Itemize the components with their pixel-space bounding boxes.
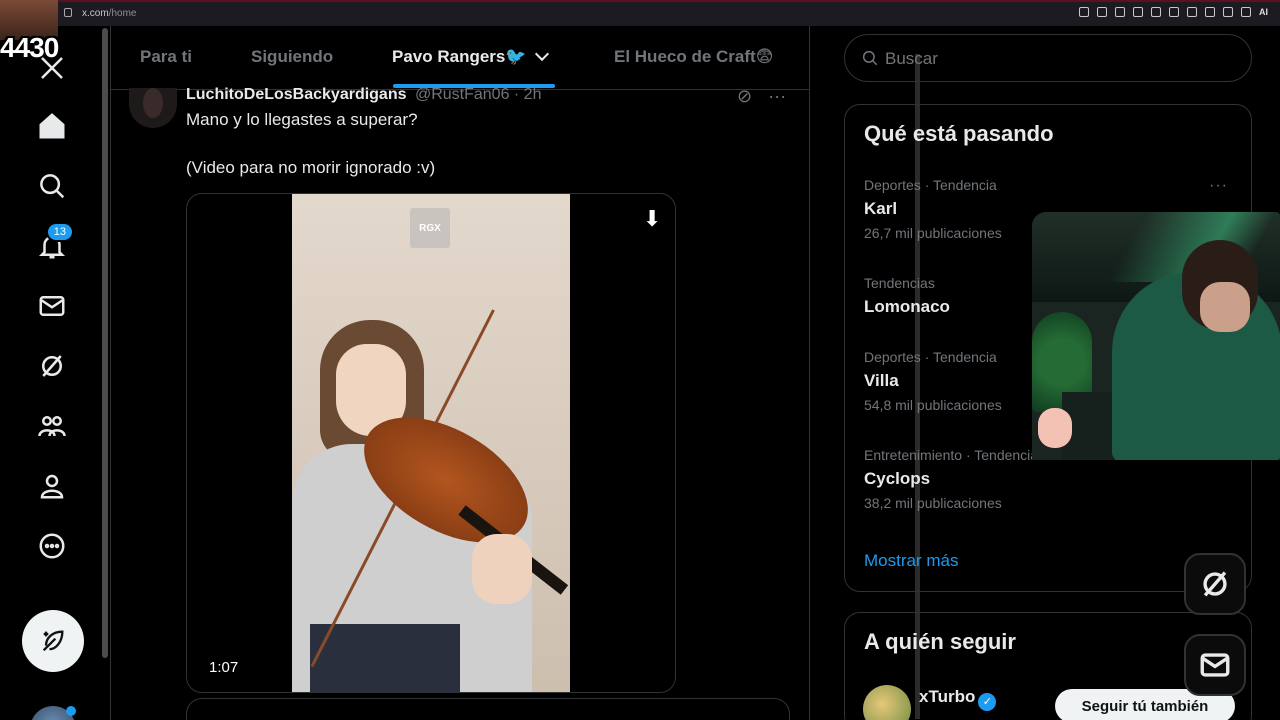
nav-messages[interactable]: [30, 284, 74, 328]
browser-toolbar: x.com/home AI: [0, 0, 1280, 26]
grok-float-button[interactable]: [1184, 553, 1246, 615]
x-logo[interactable]: [30, 46, 74, 90]
tweet-author-avatar[interactable]: [129, 88, 177, 128]
trend-title: Cyclops: [864, 469, 931, 488]
search-icon: [862, 50, 878, 66]
timeline: Para ti Siguiendo Pavo Rangers🐦 El Hueco…: [110, 26, 920, 720]
streamer-webcam-overlay: [1032, 212, 1280, 460]
nav-grok[interactable]: [30, 344, 74, 388]
tweet-header: LuchitoDeLosBackyardigans @RustFan06 · 2…: [186, 86, 541, 104]
search-placeholder: Buscar: [885, 49, 938, 68]
tweet-text: (Video para no morir ignorado :v): [186, 158, 436, 177]
communities-icon: [38, 416, 66, 437]
search-input[interactable]: Buscar: [844, 34, 1252, 82]
more-options-icon[interactable]: ···: [768, 86, 786, 107]
avatar-status-dot: [66, 706, 76, 716]
next-tweet-card[interactable]: [186, 698, 790, 720]
webcam-sticker: [1038, 408, 1072, 448]
feather-plus-icon: [42, 630, 64, 652]
suggested-user-avatar[interactable]: [863, 685, 911, 720]
suggested-user-name[interactable]: xTurbo ✓: [919, 687, 997, 711]
sidebar-scrollbar[interactable]: [102, 28, 108, 658]
bookmark-icon[interactable]: [1115, 7, 1125, 17]
nav-communities[interactable]: [30, 404, 74, 448]
video-frame[interactable]: RGX: [292, 194, 570, 692]
play-icon[interactable]: [1151, 7, 1161, 17]
sidebar-nav: 13: [0, 26, 104, 720]
x-logo-icon: [41, 57, 63, 79]
account-icon[interactable]: [1241, 7, 1251, 17]
extension-icons: AI: [1079, 7, 1268, 17]
chevron-down-icon[interactable]: [534, 46, 549, 62]
tweet-top-actions: ⊘ ···: [737, 86, 786, 107]
grok-icon: [42, 355, 62, 377]
tweet-text: Mano y lo llegastes a superar?: [186, 110, 418, 129]
share-icon[interactable]: [1205, 7, 1215, 17]
verified-badge-icon: ✓: [978, 693, 997, 711]
grok-icon: [1203, 571, 1227, 597]
show-more-link[interactable]: Mostrar más: [864, 551, 958, 571]
grok-icon[interactable]: ⊘: [737, 86, 752, 107]
mail-icon: [39, 296, 65, 316]
account-avatar[interactable]: [30, 706, 76, 720]
tab-el-hueco-de-craft[interactable]: El Hueco de Craft😨: [614, 47, 773, 67]
messages-float-button[interactable]: [1184, 634, 1246, 696]
tweet-author-name[interactable]: LuchitoDeLosBackyardigans: [186, 86, 407, 103]
ai-icon[interactable]: AI: [1259, 7, 1268, 17]
tab-para-ti[interactable]: Para ti: [140, 47, 192, 67]
download-arrow-icon[interactable]: ⬇: [643, 206, 661, 232]
person-icon: [40, 474, 64, 499]
tweet-video[interactable]: RGX ⬇ 1:07: [186, 193, 676, 693]
nav-profile[interactable]: [30, 464, 74, 508]
pin-icon[interactable]: [1097, 7, 1107, 17]
extension-icon[interactable]: [1187, 7, 1197, 17]
lock-icon: [64, 8, 72, 17]
nav-more[interactable]: [30, 524, 74, 568]
zoom-icon[interactable]: [1079, 7, 1089, 17]
video-subject-hand: [472, 534, 532, 604]
tab-siguiendo[interactable]: Siguiendo: [251, 47, 333, 67]
video-watermark: RGX: [410, 208, 450, 248]
url-domain: x.com: [82, 8, 109, 19]
shield-icon[interactable]: [1133, 7, 1143, 17]
video-duration: 1:07: [209, 659, 239, 676]
mail-icon: [1200, 653, 1230, 677]
download-icon[interactable]: [1223, 7, 1233, 17]
compose-post-button[interactable]: [22, 610, 84, 672]
nav-explore[interactable]: [30, 164, 74, 208]
search-icon: [40, 174, 65, 199]
trend-meta: Deportes · Tendencia: [864, 177, 997, 193]
trend-count: 38,2 mil publicaciones: [864, 495, 1002, 511]
timeline-tabs: Para ti Siguiendo Pavo Rangers🐦 El Hueco…: [111, 26, 809, 90]
webcam-person-face: [1200, 282, 1250, 332]
tab-pavo-rangers-label: Pavo Rangers🐦: [392, 47, 527, 66]
who-to-follow-title: A quién seguir: [864, 629, 1016, 654]
address-bar[interactable]: x.com/home: [64, 8, 136, 19]
home-icon: [39, 113, 65, 139]
heart-icon[interactable]: [1169, 7, 1179, 17]
trends-title: Qué está pasando: [864, 121, 1054, 146]
url-path: /home: [108, 8, 137, 19]
nav-notifications[interactable]: 13: [30, 222, 74, 268]
more-options-icon[interactable]: ···: [1209, 177, 1228, 195]
more-circle-icon: [39, 533, 65, 559]
tab-pavo-rangers[interactable]: Pavo Rangers🐦: [392, 46, 549, 67]
suggested-user-name-text: xTurbo: [919, 687, 976, 706]
tweet-author-handle[interactable]: @RustFan06 · 2h: [415, 86, 542, 103]
video-subject-jeans: [310, 624, 460, 692]
notifications-badge: 13: [45, 222, 74, 242]
nav-home[interactable]: [30, 104, 74, 148]
